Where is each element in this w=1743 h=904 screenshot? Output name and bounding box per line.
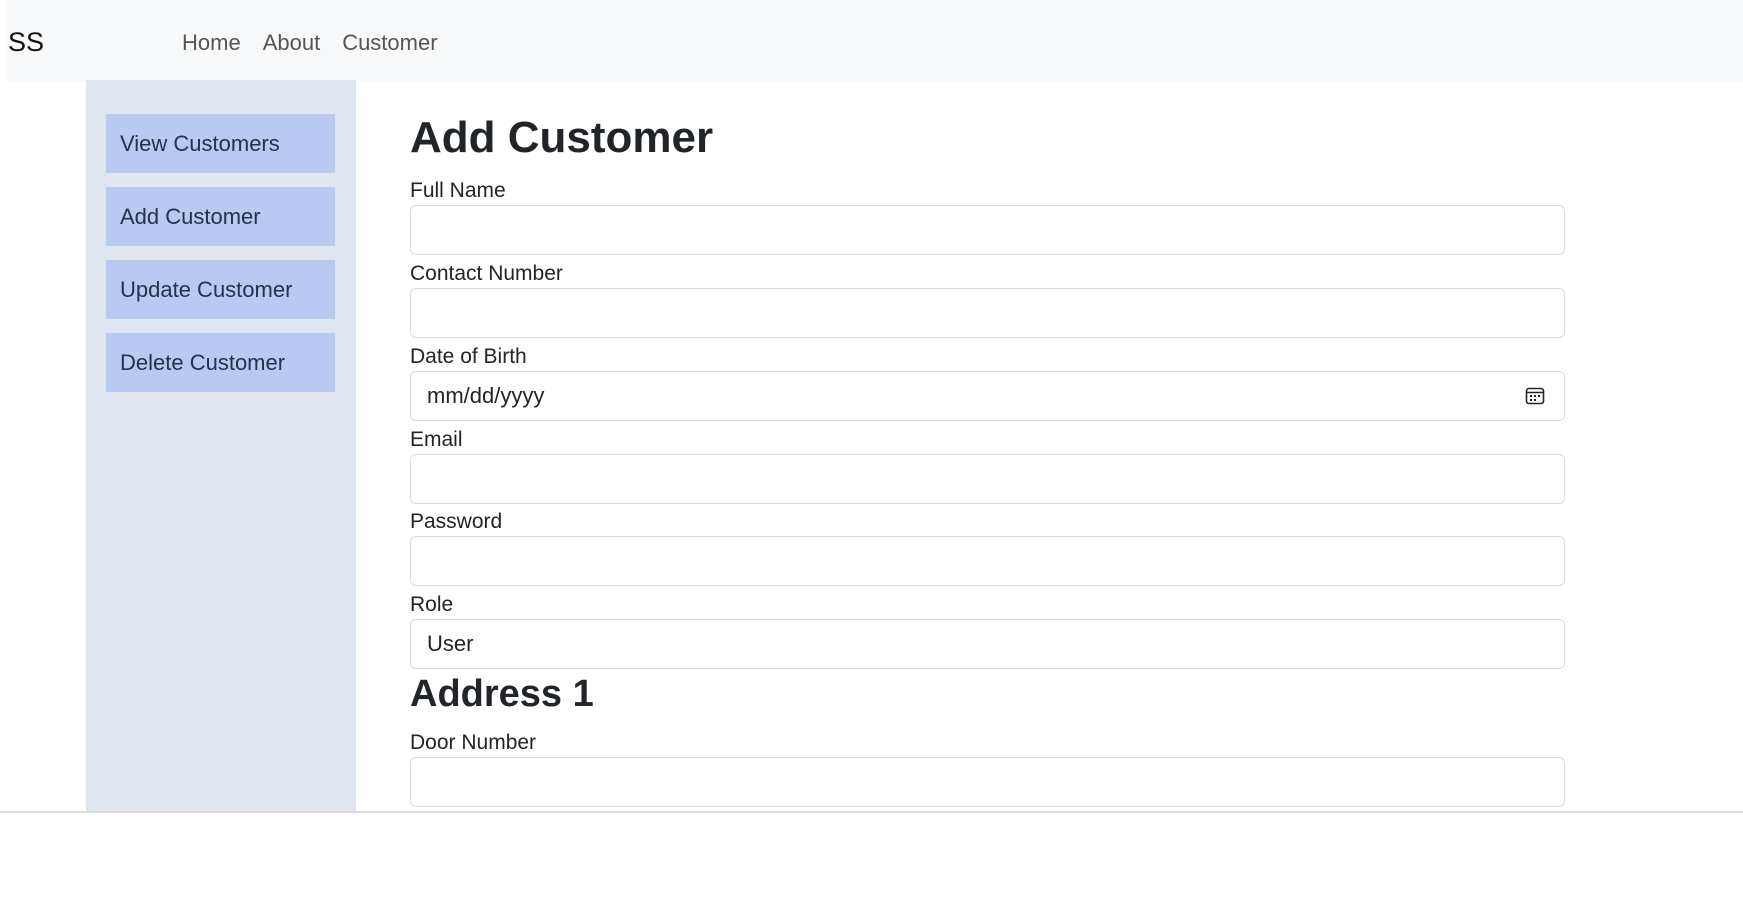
- door-number-label: Door Number: [410, 731, 537, 754]
- update-customer-button[interactable]: Update Customer: [106, 260, 335, 319]
- add-customer-button[interactable]: Add Customer: [106, 187, 335, 246]
- delete-customer-button[interactable]: Delete Customer: [106, 333, 335, 392]
- view-customers-button[interactable]: View Customers: [106, 114, 335, 173]
- dob-label: Date of Birth: [410, 345, 527, 368]
- role-select[interactable]: User: [410, 619, 1565, 669]
- page-title: Add Customer: [410, 113, 714, 162]
- full-name-input[interactable]: [410, 205, 1565, 255]
- password-input[interactable]: [410, 536, 1565, 586]
- dob-placeholder: mm/dd/yyyy: [427, 383, 545, 408]
- brand-logo[interactable]: SS: [8, 27, 44, 57]
- bottom-divider: [0, 811, 1743, 813]
- sidebar: View Customers Add Customer Update Custo…: [86, 80, 356, 812]
- nav-link-about[interactable]: About: [263, 30, 321, 56]
- address-section-title: Address 1: [410, 673, 594, 715]
- nav-link-customer[interactable]: Customer: [342, 30, 437, 56]
- nav-link-home[interactable]: Home: [182, 30, 241, 56]
- full-name-label: Full Name: [410, 179, 506, 202]
- role-label: Role: [410, 593, 454, 616]
- top-navbar: SS Home About Customer: [7, 0, 1743, 82]
- email-input[interactable]: [410, 454, 1565, 504]
- dob-input[interactable]: mm/dd/yyyy: [410, 371, 1565, 421]
- calendar-icon[interactable]: [1525, 386, 1545, 406]
- door-number-input[interactable]: [410, 757, 1565, 807]
- email-label: Email: [410, 428, 463, 451]
- contact-number-input[interactable]: [410, 288, 1565, 338]
- contact-number-label: Contact Number: [410, 262, 563, 285]
- main-content: Add Customer Full Name Contact Number Da…: [410, 80, 1565, 812]
- nav-links: Home About Customer: [182, 30, 438, 56]
- password-label: Password: [410, 510, 503, 533]
